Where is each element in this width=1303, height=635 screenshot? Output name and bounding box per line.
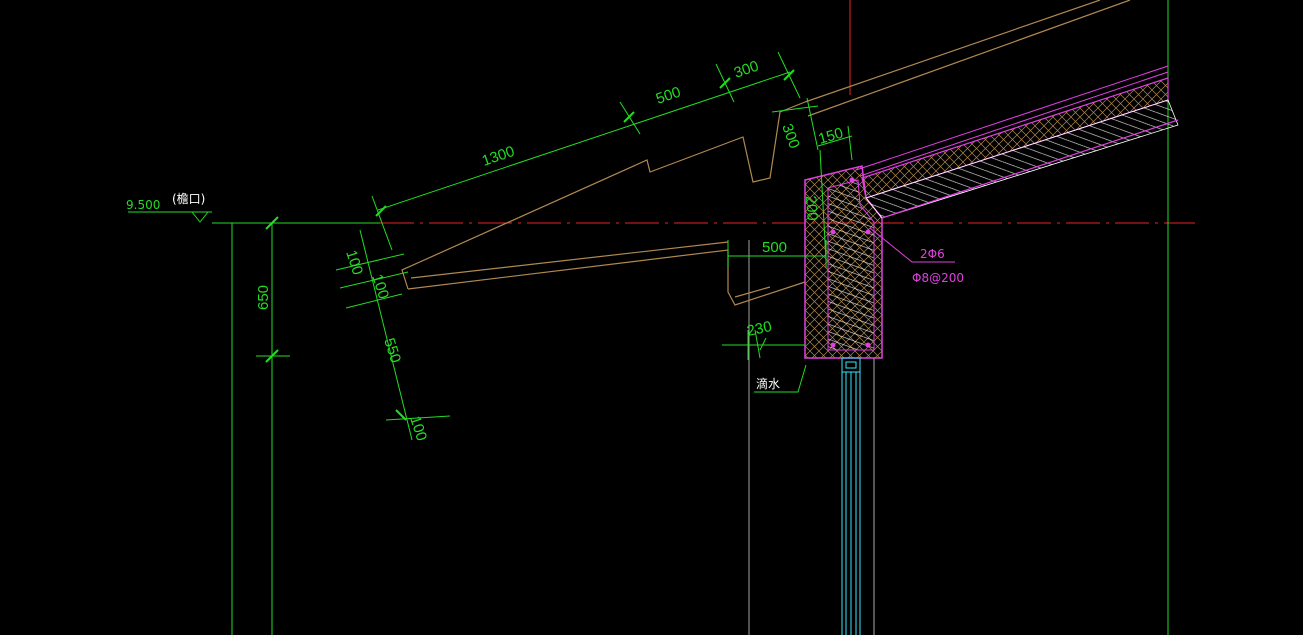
dim-200: 200 <box>802 195 821 221</box>
dim-500-top: 500 <box>654 84 683 108</box>
rebar-dot <box>830 342 836 348</box>
drip-label: 滴水 <box>756 376 780 391</box>
fascia-lower <box>727 262 806 306</box>
window-head-inner <box>845 361 857 369</box>
soffit-outline <box>407 249 729 290</box>
dim-100-c: 100 <box>406 414 430 443</box>
dim-550: 550 <box>380 336 404 365</box>
rebar-dot <box>849 177 855 183</box>
dim-500-mid: 500 <box>762 239 787 256</box>
dim-650: 650 <box>255 285 272 310</box>
window-frame <box>841 357 875 635</box>
window-head <box>841 357 861 373</box>
gutter-outline <box>401 101 806 290</box>
dim-300-top: 300 <box>732 58 761 82</box>
rebar-main-label: 2Φ6 <box>920 247 945 261</box>
dim-300-vert: 300 <box>778 122 803 151</box>
rebar-dot <box>865 229 871 235</box>
cad-drawing-canvas[interactable]: 1300 500 300 300 150 200 500 230 650 100… <box>0 0 1303 635</box>
elevation-note: (檐口) <box>172 192 205 206</box>
reference-lines <box>231 0 1195 635</box>
structure-section <box>804 65 1179 359</box>
soffit-upper <box>410 241 729 279</box>
dim-230: 230 <box>745 318 773 340</box>
rebar-dot <box>865 342 871 348</box>
rebar-stirrup-label: Φ8@200 <box>912 271 964 285</box>
roof-slab-concrete <box>865 99 1179 219</box>
rebar-dot <box>830 229 836 235</box>
dim-150: 150 <box>816 125 845 148</box>
elevation-value: 9.500 <box>126 198 160 212</box>
roof-line-upper <box>804 0 1101 103</box>
dim-100-a: 100 <box>342 248 366 277</box>
roof-line-lower <box>807 0 1131 117</box>
